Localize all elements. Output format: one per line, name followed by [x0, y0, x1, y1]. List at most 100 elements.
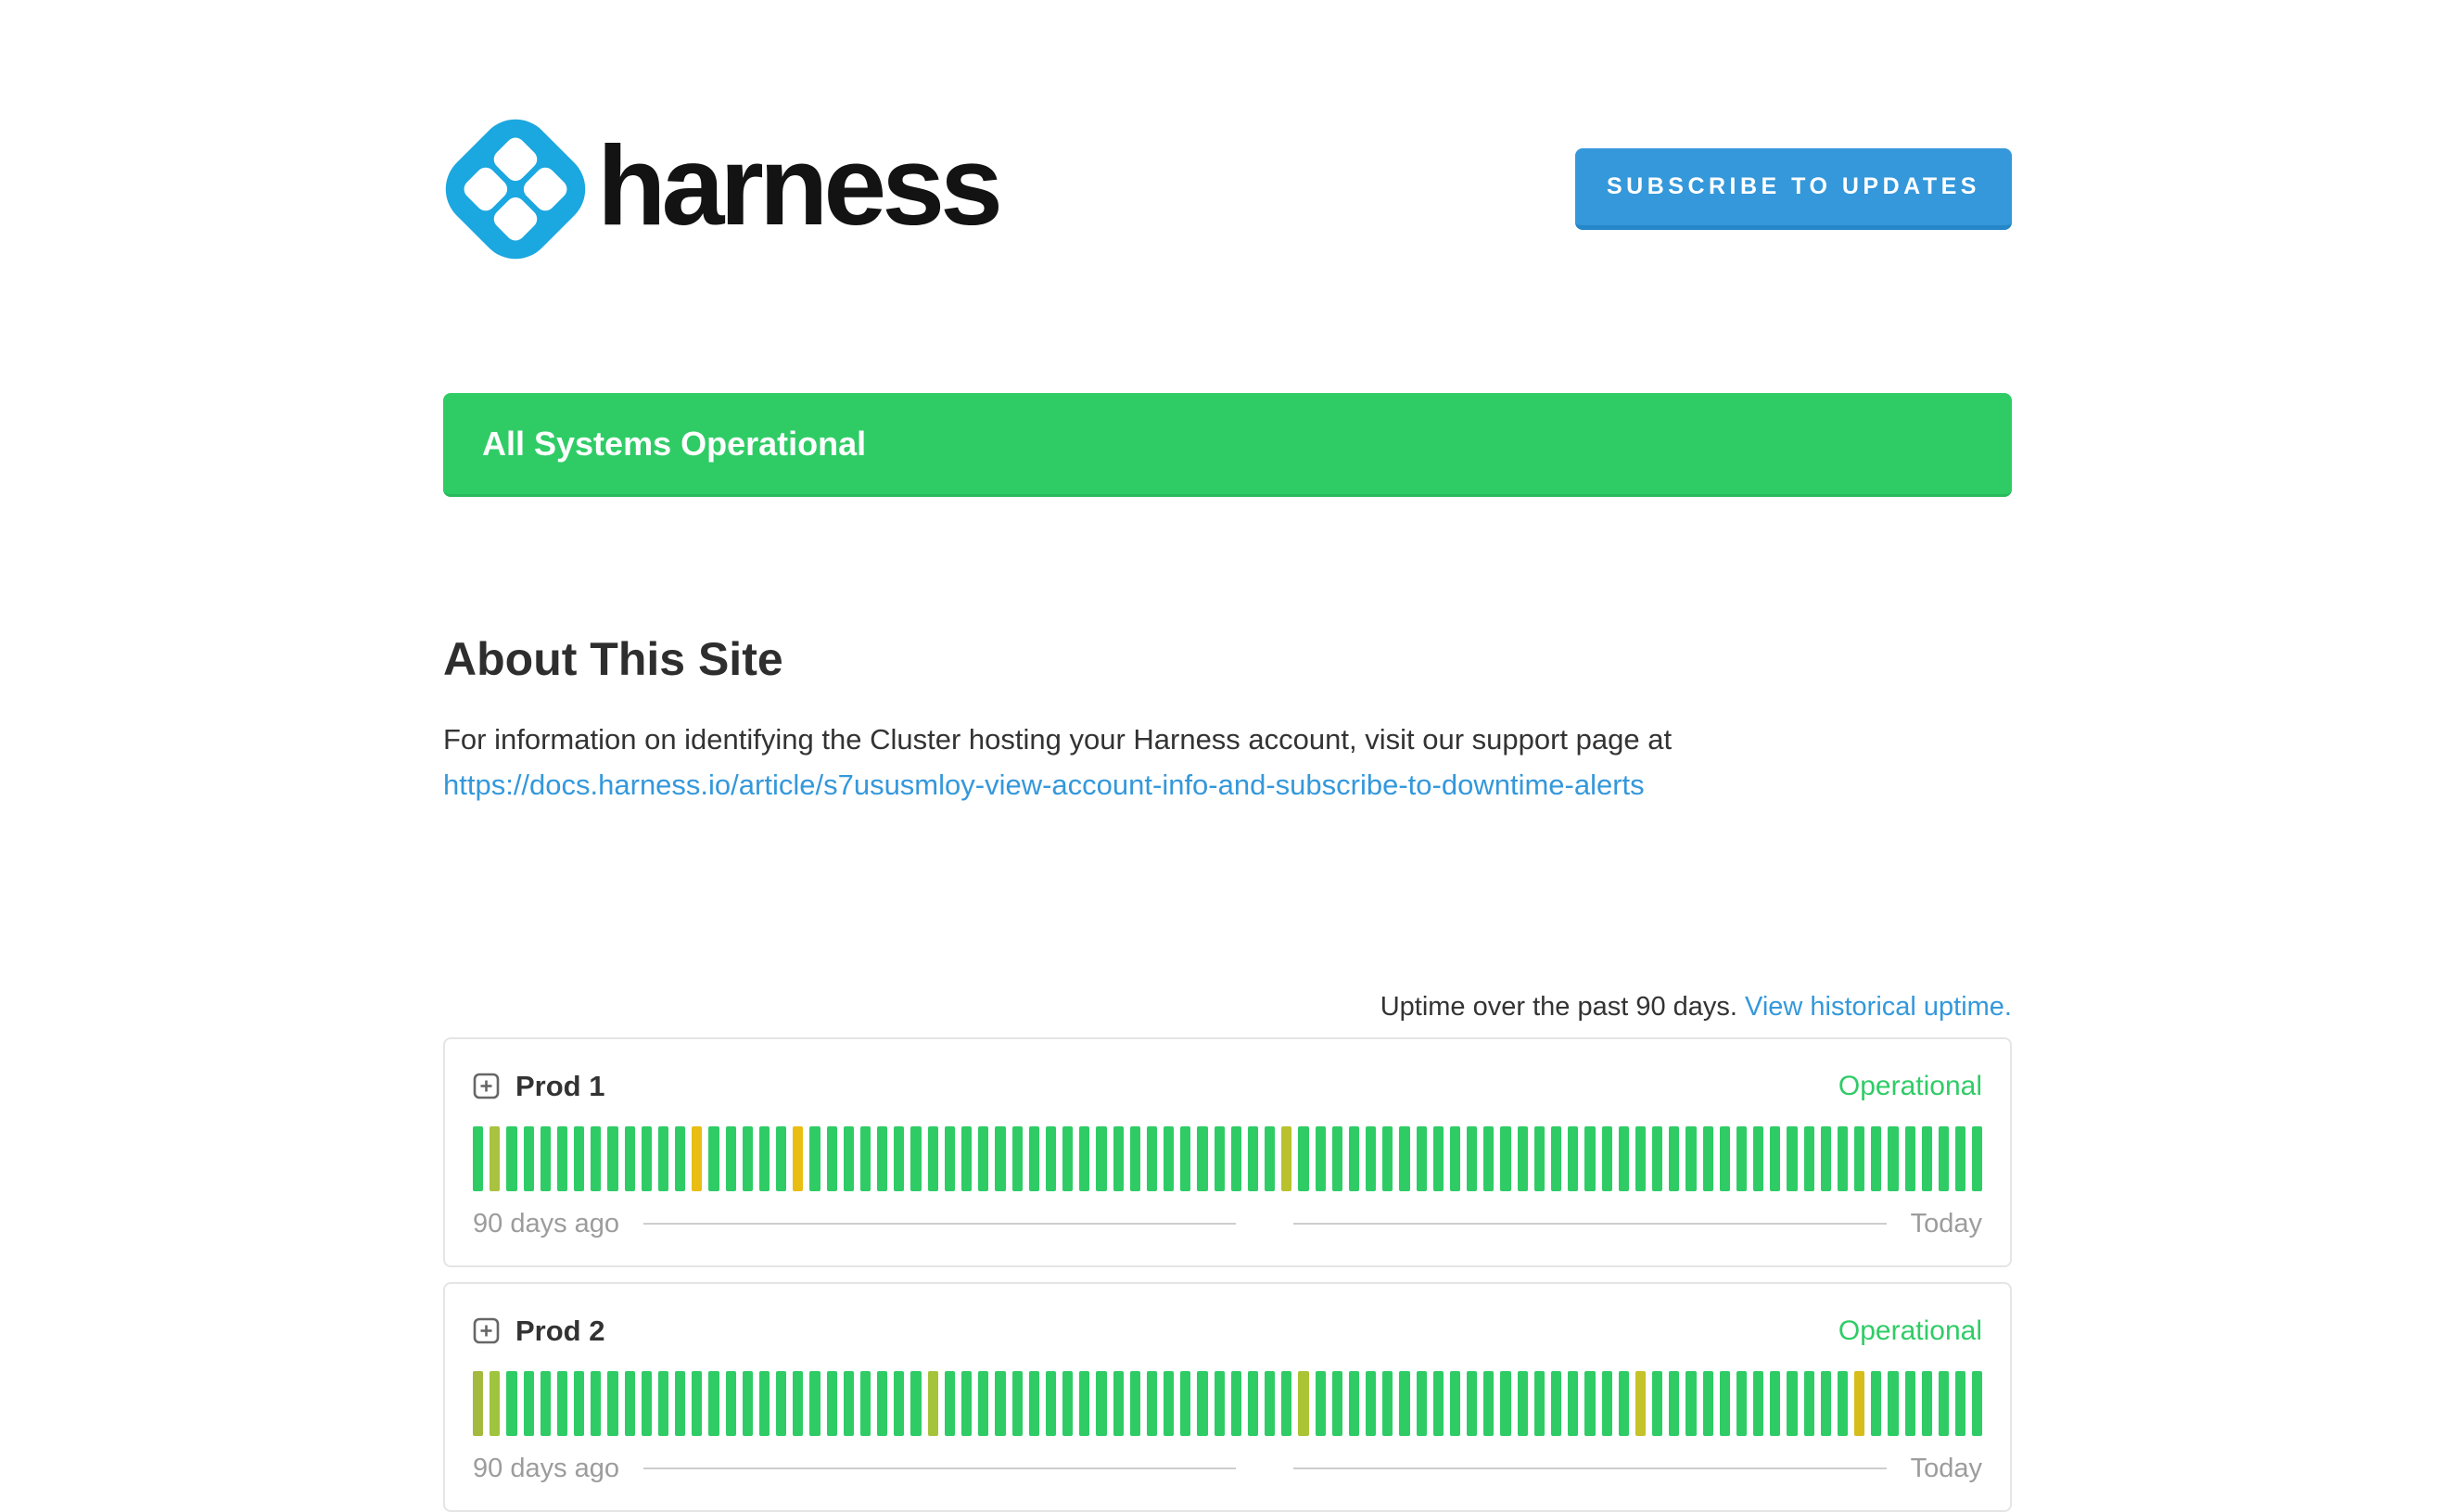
uptime-day-bar[interactable] — [827, 1126, 837, 1191]
uptime-day-bar[interactable] — [557, 1371, 567, 1436]
uptime-day-bar[interactable] — [1180, 1371, 1190, 1436]
uptime-day-bar[interactable] — [928, 1371, 938, 1436]
uptime-day-bar[interactable] — [658, 1371, 668, 1436]
uptime-day-bar[interactable] — [1939, 1371, 1949, 1436]
uptime-day-bar[interactable] — [1349, 1371, 1359, 1436]
uptime-day-bar[interactable] — [541, 1126, 551, 1191]
uptime-day-bar[interactable] — [1164, 1126, 1174, 1191]
uptime-day-bar[interactable] — [1939, 1126, 1949, 1191]
uptime-day-bar[interactable] — [1736, 1371, 1747, 1436]
uptime-day-bar[interactable] — [692, 1371, 702, 1436]
uptime-day-bar[interactable] — [1584, 1371, 1595, 1436]
uptime-day-bar[interactable] — [1349, 1126, 1359, 1191]
uptime-day-bar[interactable] — [1955, 1126, 1965, 1191]
uptime-day-bar[interactable] — [1500, 1371, 1510, 1436]
uptime-day-bar[interactable] — [1180, 1126, 1190, 1191]
uptime-day-bar[interactable] — [1635, 1371, 1646, 1436]
uptime-day-bar[interactable] — [1669, 1371, 1679, 1436]
uptime-day-bar[interactable] — [1483, 1371, 1494, 1436]
uptime-day-bar[interactable] — [844, 1371, 854, 1436]
uptime-day-bar[interactable] — [1972, 1126, 1982, 1191]
uptime-day-bar[interactable] — [1568, 1126, 1578, 1191]
uptime-day-bar[interactable] — [776, 1371, 786, 1436]
uptime-day-bar[interactable] — [1619, 1371, 1629, 1436]
uptime-day-bar[interactable] — [1753, 1126, 1763, 1191]
plus-square-icon[interactable] — [473, 1073, 500, 1099]
uptime-day-bar[interactable] — [1652, 1126, 1662, 1191]
uptime-day-bar[interactable] — [860, 1371, 871, 1436]
uptime-day-bar[interactable] — [726, 1371, 736, 1436]
uptime-day-bar[interactable] — [1147, 1371, 1157, 1436]
uptime-day-bar[interactable] — [793, 1126, 803, 1191]
uptime-day-bar[interactable] — [910, 1371, 921, 1436]
uptime-day-bar[interactable] — [978, 1371, 988, 1436]
subscribe-to-updates-button[interactable]: SUBSCRIBE TO UPDATES — [1575, 148, 2012, 230]
uptime-day-bar[interactable] — [1231, 1371, 1241, 1436]
uptime-day-bar[interactable] — [1955, 1371, 1965, 1436]
uptime-day-bar[interactable] — [860, 1126, 871, 1191]
uptime-day-bar[interactable] — [1483, 1126, 1494, 1191]
uptime-day-bar[interactable] — [1838, 1371, 1848, 1436]
uptime-day-bar[interactable] — [1332, 1371, 1342, 1436]
uptime-day-bar[interactable] — [827, 1371, 837, 1436]
uptime-day-bar[interactable] — [743, 1126, 753, 1191]
uptime-day-bar[interactable] — [995, 1126, 1005, 1191]
uptime-day-bar[interactable] — [1147, 1126, 1157, 1191]
uptime-day-bar[interactable] — [557, 1126, 567, 1191]
uptime-day-bar[interactable] — [1854, 1371, 1864, 1436]
uptime-day-bar[interactable] — [625, 1126, 635, 1191]
uptime-day-bar[interactable] — [1972, 1371, 1982, 1436]
uptime-day-bar[interactable] — [625, 1371, 635, 1436]
uptime-day-bar[interactable] — [642, 1126, 652, 1191]
uptime-day-bar[interactable] — [506, 1126, 516, 1191]
uptime-day-bar[interactable] — [759, 1371, 770, 1436]
uptime-day-bar[interactable] — [1079, 1126, 1089, 1191]
uptime-day-bar[interactable] — [1433, 1126, 1444, 1191]
uptime-day-bar[interactable] — [928, 1126, 938, 1191]
uptime-day-bar[interactable] — [506, 1371, 516, 1436]
uptime-day-bar[interactable] — [1685, 1126, 1696, 1191]
uptime-day-bar[interactable] — [1130, 1371, 1140, 1436]
uptime-day-bar[interactable] — [1079, 1371, 1089, 1436]
uptime-day-bar[interactable] — [776, 1126, 786, 1191]
uptime-day-bar[interactable] — [473, 1371, 483, 1436]
uptime-day-bar[interactable] — [1804, 1371, 1814, 1436]
uptime-day-bar[interactable] — [1854, 1126, 1864, 1191]
uptime-day-bar[interactable] — [1635, 1126, 1646, 1191]
uptime-day-bar[interactable] — [708, 1126, 719, 1191]
uptime-day-bar[interactable] — [1602, 1371, 1612, 1436]
uptime-day-bar[interactable] — [1753, 1371, 1763, 1436]
uptime-day-bar[interactable] — [1922, 1371, 1932, 1436]
uptime-day-bar[interactable] — [1029, 1126, 1039, 1191]
uptime-day-bar[interactable] — [1888, 1126, 1898, 1191]
uptime-day-bar[interactable] — [574, 1126, 584, 1191]
uptime-day-bar[interactable] — [1215, 1371, 1225, 1436]
uptime-day-bar[interactable] — [1619, 1126, 1629, 1191]
uptime-day-bar[interactable] — [1534, 1126, 1545, 1191]
uptime-day-bar[interactable] — [574, 1371, 584, 1436]
uptime-day-bar[interactable] — [1417, 1126, 1427, 1191]
uptime-day-bar[interactable] — [524, 1371, 534, 1436]
uptime-day-bar[interactable] — [945, 1126, 955, 1191]
uptime-day-bar[interactable] — [1720, 1371, 1730, 1436]
uptime-day-bar[interactable] — [658, 1126, 668, 1191]
uptime-day-bar[interactable] — [910, 1126, 921, 1191]
uptime-day-bar[interactable] — [961, 1126, 972, 1191]
uptime-day-bar[interactable] — [1602, 1126, 1612, 1191]
uptime-day-bar[interactable] — [1888, 1371, 1898, 1436]
uptime-day-bar[interactable] — [1450, 1126, 1460, 1191]
uptime-day-bar[interactable] — [759, 1126, 770, 1191]
uptime-day-bar[interactable] — [708, 1371, 719, 1436]
uptime-day-bar[interactable] — [1029, 1371, 1039, 1436]
uptime-day-bar[interactable] — [1787, 1371, 1797, 1436]
uptime-day-bar[interactable] — [1332, 1126, 1342, 1191]
uptime-day-bar[interactable] — [1450, 1371, 1460, 1436]
uptime-day-bar[interactable] — [1399, 1126, 1409, 1191]
uptime-day-bar[interactable] — [1164, 1371, 1174, 1436]
uptime-day-bar[interactable] — [591, 1126, 601, 1191]
uptime-day-bar[interactable] — [809, 1371, 820, 1436]
uptime-day-bar[interactable] — [1551, 1126, 1561, 1191]
uptime-day-bar[interactable] — [793, 1371, 803, 1436]
uptime-day-bar[interactable] — [1770, 1371, 1780, 1436]
uptime-day-bar[interactable] — [541, 1371, 551, 1436]
